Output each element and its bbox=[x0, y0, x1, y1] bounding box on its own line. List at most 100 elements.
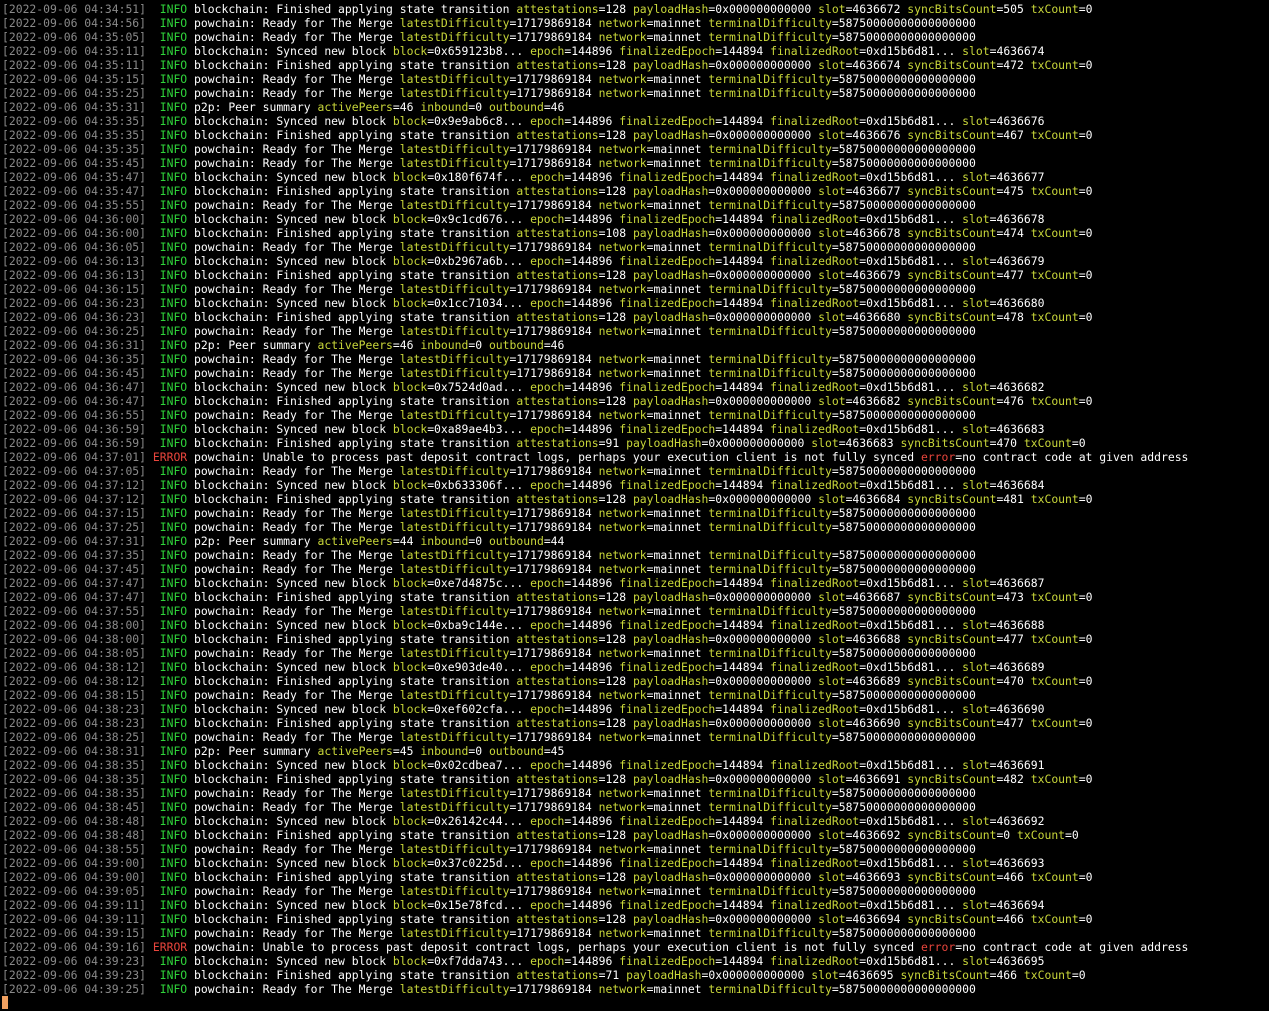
log-message-text: =0x000000000000 bbox=[708, 184, 819, 198]
log-field-key: finalizedEpoch bbox=[619, 478, 716, 492]
log-timestamp: [2022-09-06 04:38:12] bbox=[2, 674, 147, 688]
log-field-key: txCount bbox=[1030, 184, 1079, 198]
log-timestamp: [2022-09-06 04:38:00] bbox=[2, 618, 147, 632]
log-timestamp: [2022-09-06 04:36:23] bbox=[2, 310, 147, 324]
log-message-text: =466 bbox=[989, 968, 1024, 982]
log-timestamp: [2022-09-06 04:36:55] bbox=[2, 408, 147, 422]
log-field-key: terminalDifficulty bbox=[708, 324, 832, 338]
log-message-text: powchain: Ready for The Merge bbox=[194, 562, 400, 576]
log-field-key: syncBitsCount bbox=[900, 968, 990, 982]
log-message-text: =0xd15b6d81... bbox=[859, 212, 963, 226]
log-message-text: =4636687 bbox=[989, 576, 1045, 590]
log-message-text: blockchain: Synced new block bbox=[194, 212, 393, 226]
log-timestamp: [2022-09-06 04:35:05] bbox=[2, 30, 147, 44]
log-message-text: =0 bbox=[1078, 310, 1093, 324]
log-timestamp: [2022-09-06 04:38:25] bbox=[2, 730, 147, 744]
log-level: INFO bbox=[159, 58, 188, 72]
log-message-text: powchain: Ready for The Merge bbox=[194, 982, 400, 996]
log-timestamp: [2022-09-06 04:34:51] bbox=[2, 2, 147, 16]
log-field-key: network bbox=[598, 142, 647, 156]
log-field-key: slot bbox=[962, 478, 990, 492]
log-level: INFO bbox=[159, 870, 188, 884]
log-timestamp: [2022-09-06 04:35:25] bbox=[2, 86, 147, 100]
log-field-key: block bbox=[392, 114, 428, 128]
log-field-key: network bbox=[598, 548, 647, 562]
log-field-key: finalizedEpoch bbox=[619, 212, 716, 226]
log-field-key: slot bbox=[962, 758, 990, 772]
log-line: [2022-09-06 04:39:23] INFO blockchain: S… bbox=[2, 954, 1267, 968]
log-timestamp: [2022-09-06 04:36:59] bbox=[2, 422, 147, 436]
log-message-text: =17179869184 bbox=[509, 786, 599, 800]
log-message-text: =0 bbox=[1078, 772, 1093, 786]
log-error-key: error bbox=[920, 450, 956, 464]
log-field-key: attestations bbox=[516, 58, 599, 72]
log-message-text: =144894 bbox=[715, 618, 771, 632]
log-message-text: blockchain: Synced new block bbox=[194, 758, 393, 772]
log-line: [2022-09-06 04:38:05] INFO powchain: Rea… bbox=[2, 646, 1267, 660]
log-timestamp: [2022-09-06 04:35:55] bbox=[2, 198, 147, 212]
log-timestamp: [2022-09-06 04:35:45] bbox=[2, 156, 147, 170]
log-field-key: syncBitsCount bbox=[907, 2, 997, 16]
log-field-key: txCount bbox=[1030, 632, 1079, 646]
log-field-key: epoch bbox=[530, 758, 565, 772]
log-message-text: powchain: Ready for The Merge bbox=[194, 842, 400, 856]
log-message-text: =4636683 bbox=[989, 422, 1045, 436]
log-message-text: =4636690 bbox=[989, 702, 1045, 716]
log-field-key: terminalDifficulty bbox=[708, 562, 832, 576]
log-message-text: =45 bbox=[543, 744, 565, 758]
log-message-text: blockchain: Synced new block bbox=[194, 660, 393, 674]
log-timestamp: [2022-09-06 04:38:48] bbox=[2, 814, 147, 828]
log-field-key: latestDifficulty bbox=[399, 240, 510, 254]
log-timestamp: [2022-09-06 04:36:45] bbox=[2, 366, 147, 380]
log-field-key: slot bbox=[818, 870, 846, 884]
log-message-text: =0 bbox=[1078, 184, 1093, 198]
log-field-key: terminalDifficulty bbox=[708, 86, 832, 100]
log-field-key: block bbox=[392, 856, 428, 870]
log-message-text: powchain: Ready for The Merge bbox=[194, 688, 400, 702]
log-field-key: finalizedRoot bbox=[770, 814, 860, 828]
log-level: INFO bbox=[159, 492, 188, 506]
log-timestamp: [2022-09-06 04:36:35] bbox=[2, 352, 147, 366]
log-line: [2022-09-06 04:37:12] INFO blockchain: S… bbox=[2, 478, 1267, 492]
log-field-key: syncBitsCount bbox=[907, 632, 997, 646]
log-line: [2022-09-06 04:39:00] INFO blockchain: S… bbox=[2, 856, 1267, 870]
log-message-text: =0 bbox=[1078, 394, 1093, 408]
log-message-text: =0x000000000000 bbox=[708, 394, 819, 408]
log-message-text: =4636682 bbox=[989, 380, 1045, 394]
log-message-text: powchain: Ready for The Merge bbox=[194, 72, 400, 86]
log-field-key: txCount bbox=[1030, 870, 1079, 884]
log-message-text: blockchain: Finished applying state tran… bbox=[194, 632, 517, 646]
log-field-key: attestations bbox=[516, 2, 599, 16]
log-level: INFO bbox=[159, 744, 188, 758]
log-level: INFO bbox=[159, 212, 188, 226]
log-timestamp: [2022-09-06 04:36:59] bbox=[2, 436, 147, 450]
log-message-text: =128 bbox=[598, 772, 633, 786]
log-field-key: payloadHash bbox=[626, 968, 702, 982]
log-message-text: =0 bbox=[1078, 590, 1093, 604]
log-line: [2022-09-06 04:35:47] INFO blockchain: F… bbox=[2, 184, 1267, 198]
log-field-key: latestDifficulty bbox=[399, 282, 510, 296]
log-message-text: =144896 bbox=[564, 114, 620, 128]
terminal-output[interactable]: [2022-09-06 04:34:51] INFO blockchain: F… bbox=[2, 2, 1267, 1009]
log-message-text: =4636692 bbox=[989, 814, 1045, 828]
log-level: INFO bbox=[159, 324, 188, 338]
log-line: [2022-09-06 04:35:31] INFO p2p: Peer sum… bbox=[2, 100, 1267, 114]
log-line: [2022-09-06 04:35:47] INFO blockchain: S… bbox=[2, 170, 1267, 184]
log-message-text: =0xe7d4875c... bbox=[427, 576, 531, 590]
log-message-text: =17179869184 bbox=[509, 562, 599, 576]
log-message-text: =0 bbox=[1078, 674, 1093, 688]
log-timestamp: [2022-09-06 04:38:35] bbox=[2, 786, 147, 800]
log-field-key: txCount bbox=[1017, 828, 1066, 842]
log-message-text: =144896 bbox=[564, 170, 620, 184]
log-line: [2022-09-06 04:39:25] INFO powchain: Rea… bbox=[2, 982, 1267, 996]
log-field-key: epoch bbox=[530, 660, 565, 674]
log-message-text: blockchain: Finished applying state tran… bbox=[194, 310, 517, 324]
log-level: INFO bbox=[159, 828, 188, 842]
log-field-key: payloadHash bbox=[632, 674, 709, 688]
log-field-key: finalizedEpoch bbox=[619, 618, 716, 632]
log-message-text: =4636682 bbox=[845, 394, 908, 408]
log-field-key: payloadHash bbox=[632, 58, 709, 72]
log-field-key: finalizedRoot bbox=[770, 898, 860, 912]
log-message-text: blockchain: Synced new block bbox=[194, 422, 393, 436]
log-message-text: =0xd15b6d81... bbox=[859, 856, 963, 870]
